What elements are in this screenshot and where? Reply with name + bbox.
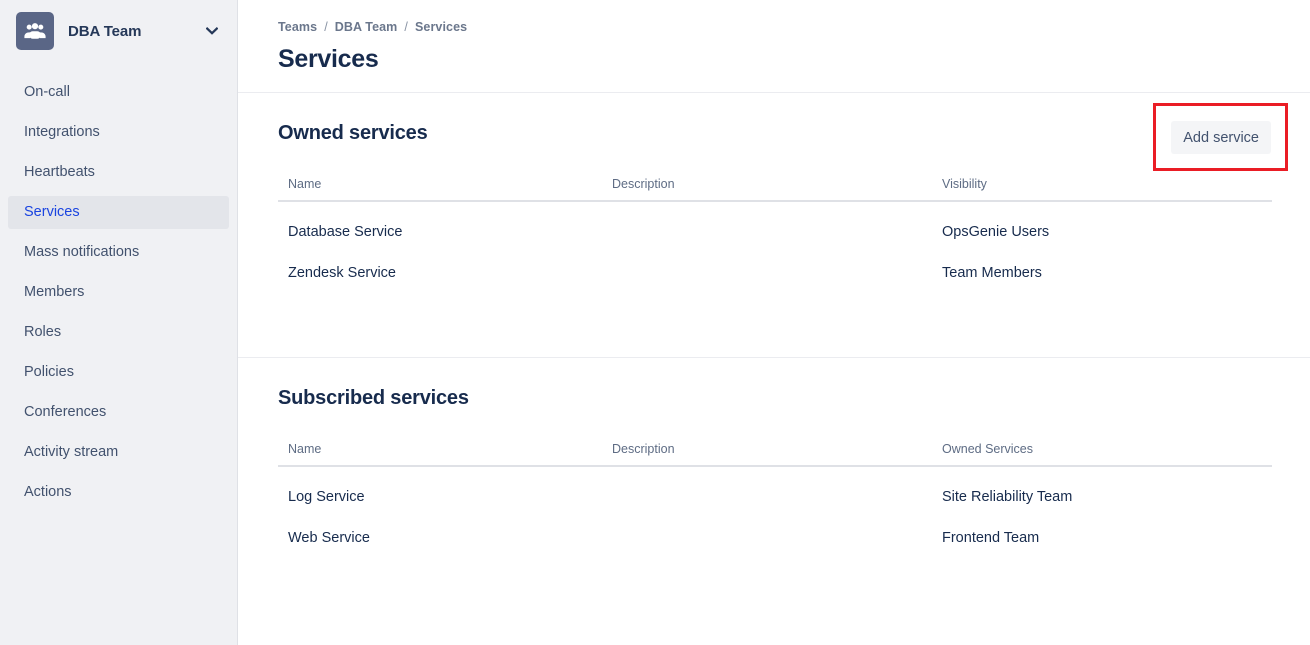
subscribed-services-table-head: Name Description Owned Services [278, 442, 1272, 466]
main-content: Teams / DBA Team / Services Services Own… [238, 0, 1310, 645]
sidebar-item-services[interactable]: Services [8, 196, 229, 229]
sidebar-item-members[interactable]: Members [8, 276, 229, 309]
column-header-visibility[interactable]: Visibility [942, 177, 1272, 201]
owned-services-title: Owned services [278, 119, 428, 147]
sidebar-item-heartbeats[interactable]: Heartbeats [8, 156, 229, 189]
subscribed-services-title: Subscribed services [278, 384, 469, 412]
subscribed-services-table-body: Log Service Site Reliability Team Web Se… [278, 466, 1272, 558]
table-header-row: Name Description Visibility [278, 177, 1272, 201]
column-header-name[interactable]: Name [278, 442, 612, 466]
sidebar-nav: On-call Integrations Heartbeats Services… [0, 76, 237, 509]
breadcrumb-item-dba-team[interactable]: DBA Team [335, 20, 398, 34]
sidebar-item-integrations[interactable]: Integrations [8, 116, 229, 149]
cell-service-visibility: Team Members [942, 252, 1272, 293]
sidebar-item-activity-stream[interactable]: Activity stream [8, 436, 229, 469]
cell-service-owner: Frontend Team [942, 517, 1272, 558]
cell-service-description [612, 466, 942, 517]
sidebar-item-conferences[interactable]: Conferences [8, 396, 229, 429]
cell-service-name[interactable]: Zendesk Service [278, 252, 612, 293]
cell-service-name[interactable]: Database Service [278, 201, 612, 252]
table-header-row: Name Description Owned Services [278, 442, 1272, 466]
breadcrumb: Teams / DBA Team / Services [278, 18, 1270, 35]
cell-service-name[interactable]: Web Service [278, 517, 612, 558]
cell-service-owner: Site Reliability Team [942, 466, 1272, 517]
breadcrumb-separator: / [404, 20, 408, 34]
table-row[interactable]: Log Service Site Reliability Team [278, 466, 1272, 517]
cell-service-visibility: OpsGenie Users [942, 201, 1272, 252]
owned-services-table: Name Description Visibility Database Ser… [278, 177, 1272, 293]
team-name: DBA Team [68, 23, 205, 40]
page-header: Teams / DBA Team / Services Services [238, 0, 1310, 92]
column-header-owned-services[interactable]: Owned Services [942, 442, 1272, 466]
subscribed-services-table: Name Description Owned Services Log Serv… [278, 442, 1272, 558]
column-header-description[interactable]: Description [612, 177, 942, 201]
cell-service-description [612, 201, 942, 252]
sidebar-item-on-call[interactable]: On-call [8, 76, 229, 109]
team-switcher[interactable]: DBA Team [0, 0, 237, 62]
table-row[interactable]: Web Service Frontend Team [278, 517, 1272, 558]
sidebar-item-actions[interactable]: Actions [8, 476, 229, 509]
chevron-down-icon[interactable] [205, 24, 219, 38]
table-row[interactable]: Zendesk Service Team Members [278, 252, 1272, 293]
owned-services-table-head: Name Description Visibility [278, 177, 1272, 201]
sidebar-item-mass-notifications[interactable]: Mass notifications [8, 236, 229, 269]
breadcrumb-item-teams[interactable]: Teams [278, 20, 317, 34]
cell-service-description [612, 517, 942, 558]
sidebar: DBA Team On-call Integrations Heartbeats… [0, 0, 238, 645]
cell-service-description [612, 252, 942, 293]
team-avatar [16, 12, 54, 50]
app-root: DBA Team On-call Integrations Heartbeats… [0, 0, 1310, 645]
subscribed-services-header: Subscribed services [278, 384, 1272, 442]
column-header-description[interactable]: Description [612, 442, 942, 466]
page-title: Services [278, 45, 1270, 74]
owned-services-section: Owned services Add service Name Descript… [238, 92, 1310, 357]
cell-service-name[interactable]: Log Service [278, 466, 612, 517]
owned-services-header: Owned services Add service [278, 119, 1272, 177]
sidebar-item-roles[interactable]: Roles [8, 316, 229, 349]
add-service-button[interactable]: Add service [1171, 121, 1271, 154]
column-header-name[interactable]: Name [278, 177, 612, 201]
table-row[interactable]: Database Service OpsGenie Users [278, 201, 1272, 252]
breadcrumb-separator: / [324, 20, 328, 34]
breadcrumb-item-services[interactable]: Services [415, 20, 467, 34]
add-service-button-wrap: Add service [1171, 121, 1271, 154]
sidebar-item-policies[interactable]: Policies [8, 356, 229, 389]
owned-services-table-body: Database Service OpsGenie Users Zendesk … [278, 201, 1272, 293]
people-group-icon [24, 22, 46, 40]
subscribed-services-section: Subscribed services Name Description Own… [238, 357, 1310, 645]
